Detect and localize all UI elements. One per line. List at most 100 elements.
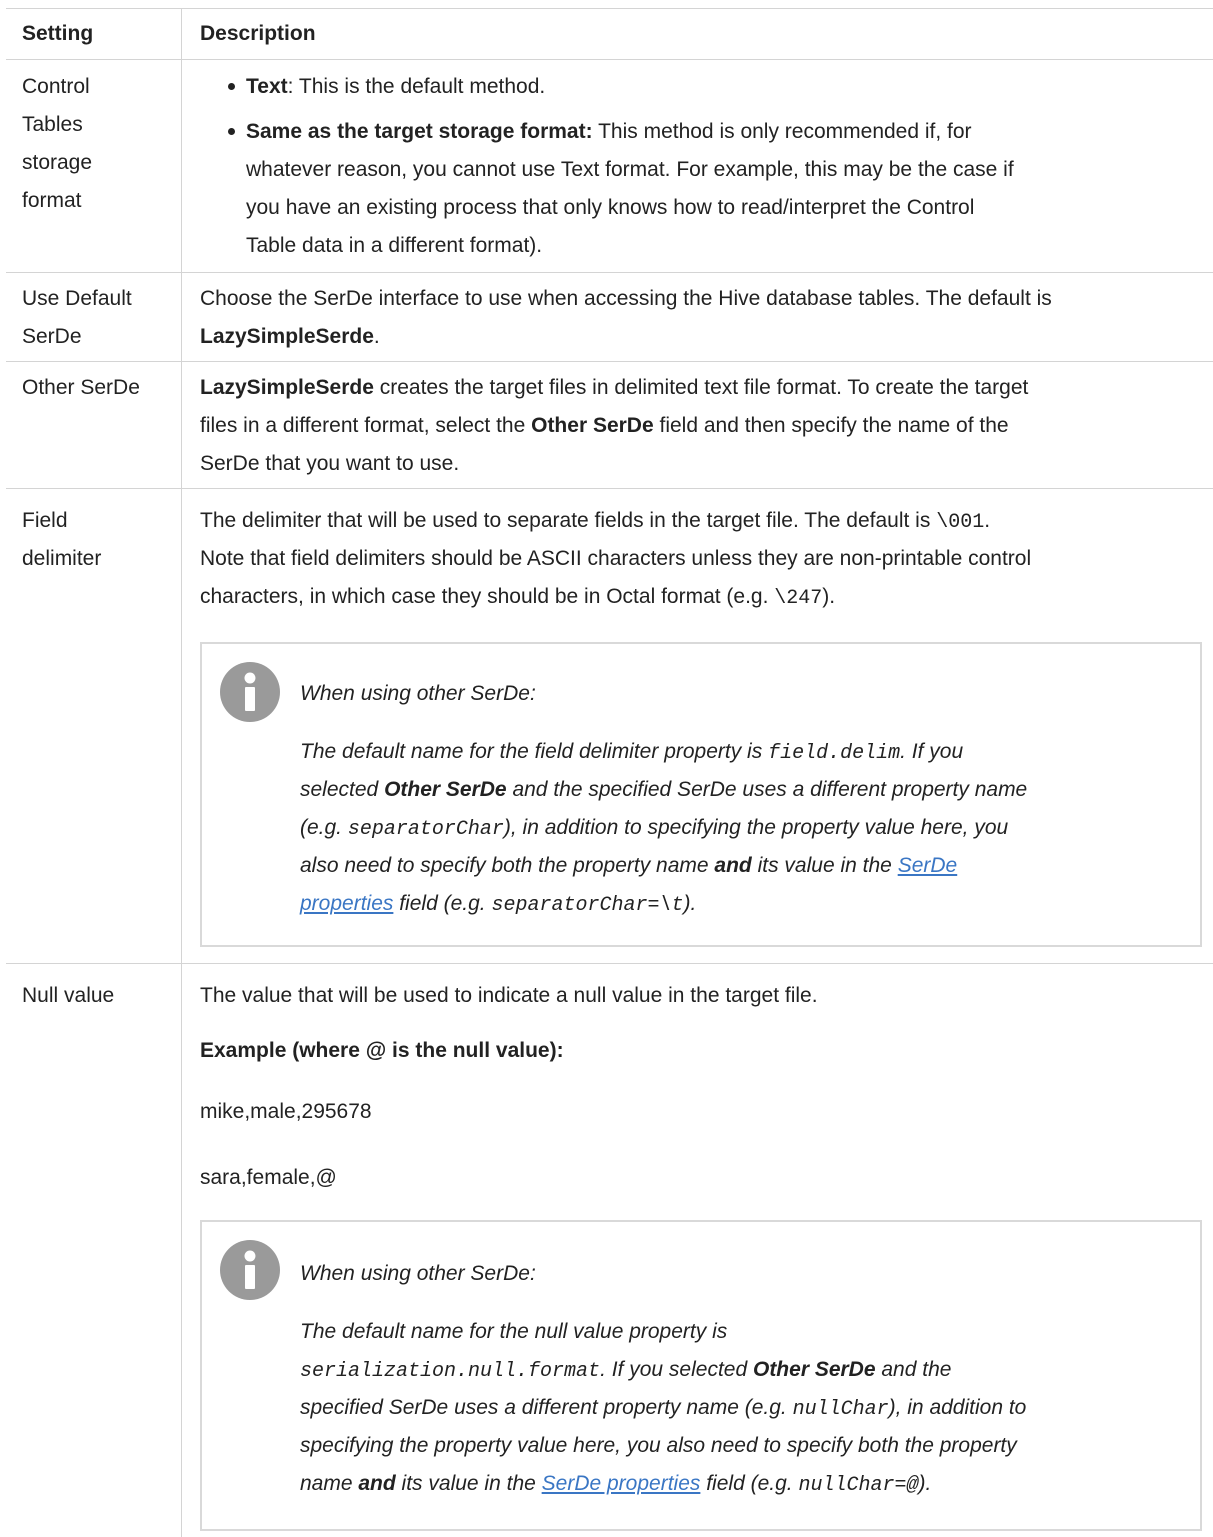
bold-term: LazySimpleSerde xyxy=(200,325,374,348)
table-row-null-value: Null value The value that will be used t… xyxy=(6,964,1213,1537)
bullet-text: : This is the default method. xyxy=(287,75,546,98)
text: The default name for the field delimiter… xyxy=(300,740,769,763)
bold-term: LazySimpleSerde xyxy=(200,376,374,399)
text: name xyxy=(300,1472,359,1495)
setting-line: Other SerDe xyxy=(22,376,140,399)
text: ), in addition to xyxy=(888,1396,1027,1419)
text: ). xyxy=(683,892,697,915)
note-box: When using other SerDe: The default name… xyxy=(200,1220,1202,1531)
example-heading: Example (where @ is the null value): xyxy=(200,1039,564,1062)
text: selected xyxy=(300,778,385,801)
text: ). xyxy=(918,1472,932,1495)
bullet-dot xyxy=(228,83,235,90)
note-box: When using other SerDe: The default name… xyxy=(200,642,1202,947)
setting-line: format xyxy=(22,189,82,212)
serde-properties-link[interactable]: SerDe xyxy=(898,854,958,877)
text: characters, in which case they should be… xyxy=(200,585,775,608)
description-line: SerDe that you want to use. xyxy=(200,452,460,475)
text: creates the target files in delimited te… xyxy=(373,376,1029,399)
setting-cell: Other SerDe xyxy=(6,362,182,488)
description-line: Note that field delimiters should be ASC… xyxy=(200,547,1032,570)
code: serialization.null.format xyxy=(300,1360,601,1383)
serde-properties-link[interactable]: SerDe properties xyxy=(542,1472,701,1495)
bold-term: Other SerDe xyxy=(531,414,654,437)
setting-line: Tables xyxy=(22,113,83,136)
table-row-control-tables: Control Tables storage format Text: This… xyxy=(6,59,1213,273)
setting-line: Null value xyxy=(22,984,115,1007)
note-heading: When using other SerDe: xyxy=(300,1262,536,1285)
info-icon xyxy=(220,1240,280,1300)
description-cell: The value that will be used to indicate … xyxy=(182,964,1213,1537)
text: and the specified SerDe uses a different… xyxy=(506,778,1028,801)
setting-cell: Use Default SerDe xyxy=(6,273,182,361)
bold-term: and xyxy=(358,1472,396,1495)
setting-cell: Field delimiter xyxy=(6,489,182,963)
description-line: The delimiter that will be used to separ… xyxy=(200,502,1195,542)
code: separatorChar=\t xyxy=(491,894,684,917)
bold-term: Other SerDe xyxy=(384,778,507,801)
setting-line: storage xyxy=(22,151,93,174)
code: \001 xyxy=(936,511,985,534)
bullet-bold: Same as the target storage format: xyxy=(246,120,593,143)
code: \247 xyxy=(774,587,823,610)
code: nullChar=@ xyxy=(798,1474,919,1497)
text: field (e.g. xyxy=(393,892,492,915)
text: field and then specify the name of the xyxy=(653,414,1009,437)
bullet-text: This method is only recommended if, for xyxy=(592,120,972,143)
bullet-dot xyxy=(228,128,235,135)
text: . If you selected xyxy=(600,1358,753,1381)
description-line: files in a different format, select the … xyxy=(200,407,1195,445)
bold-term: and xyxy=(714,854,752,877)
text: its value in the xyxy=(395,1472,542,1495)
code: field.delim xyxy=(768,742,901,765)
example-line: mike,male,295678 xyxy=(200,1100,372,1123)
note-line: The default name for the null value prop… xyxy=(300,1320,728,1343)
description-line: LazySimpleSerde creates the target files… xyxy=(200,369,1195,407)
note-line: The default name for the field delimiter… xyxy=(300,733,1170,773)
note-line: name and its value in the SerDe properti… xyxy=(300,1465,1170,1505)
text: its value in the xyxy=(751,854,898,877)
list-item: Same as the target storage format: This … xyxy=(228,113,972,151)
bullet-text-line: you have an existing process that only k… xyxy=(246,196,975,219)
serde-properties-link[interactable]: properties xyxy=(300,892,393,915)
table-row-field-delimiter: Field delimiter The delimiter that will … xyxy=(6,489,1213,964)
description-line: The value that will be used to indicate … xyxy=(200,984,818,1007)
header-cell-setting: Setting xyxy=(6,9,182,59)
description-line: characters, in which case they should be… xyxy=(200,578,1195,618)
setting-line: delimiter xyxy=(22,547,102,570)
description-cell: Choose the SerDe interface to use when a… xyxy=(182,273,1213,361)
list-item: Text: This is the default method. xyxy=(228,68,546,106)
code: separatorChar xyxy=(347,818,504,841)
note-line: properties field (e.g. separatorChar=\t)… xyxy=(300,885,1170,925)
setting-line: Use Default xyxy=(22,287,132,310)
setting-cell: Null value xyxy=(6,964,182,1537)
info-icon xyxy=(220,662,280,722)
text: ). xyxy=(822,585,836,608)
note-line: also need to specify both the property n… xyxy=(300,847,1170,885)
description-cell: LazySimpleSerde creates the target files… xyxy=(182,362,1213,488)
description-cell: Text: This is the default method. Same a… xyxy=(182,59,1213,272)
text: . If you xyxy=(900,740,964,763)
header-setting: Setting xyxy=(22,22,94,45)
text: and the xyxy=(875,1358,952,1381)
bullet-bold: Text xyxy=(246,75,288,98)
header-description: Description xyxy=(200,22,316,45)
description-cell: The delimiter that will be used to separ… xyxy=(182,489,1213,963)
note-line: specified SerDe uses a different propert… xyxy=(300,1389,1170,1429)
table-header-row: Setting Description xyxy=(6,8,1213,60)
setting-line: Control xyxy=(22,75,90,98)
note-line: (e.g. separatorChar), in addition to spe… xyxy=(300,809,1170,849)
text: files in a different format, select the xyxy=(200,414,532,437)
text: . xyxy=(984,509,991,532)
note-line: serialization.null.format. If you select… xyxy=(300,1351,1170,1391)
description-line: LazySimpleSerde. xyxy=(200,318,1195,356)
text: field (e.g. xyxy=(700,1472,799,1495)
bullet-text-line: whatever reason, you cannot use Text for… xyxy=(246,158,1014,181)
code: nullChar xyxy=(792,1398,889,1421)
text: The delimiter that will be used to separ… xyxy=(200,509,937,532)
text: also need to specify both the property n… xyxy=(300,854,715,877)
setting-line: Field xyxy=(22,509,68,532)
description-line: Choose the SerDe interface to use when a… xyxy=(200,287,1052,310)
text: . xyxy=(373,325,380,348)
bold-term: Other SerDe xyxy=(752,1358,876,1381)
